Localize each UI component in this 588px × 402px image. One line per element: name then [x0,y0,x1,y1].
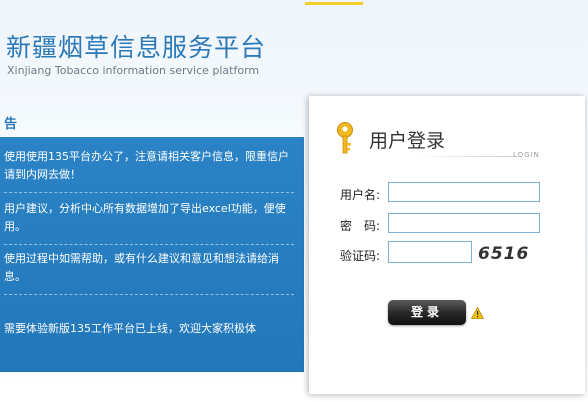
password-input[interactable] [388,213,540,233]
site-title: 新疆烟草信息服务平台 [6,33,267,62]
login-title-divider [413,156,513,157]
password-label: 密 码: [340,219,381,233]
site-subtitle: Xinjiang Tobacco information service pla… [7,64,260,77]
warning-icon [471,307,484,319]
notice-panel: 使用使用135平台办公了，注意请相关客户信息，限重信户请到内网去做！ 用户建议，… [0,137,304,372]
notice-item[interactable]: 使用使用135平台办公了，注意请相关客户信息，限重信户请到内网去做！ [4,148,294,193]
username-label: 用户名: [340,188,381,202]
login-subtitle: LOGIN [513,151,540,159]
notice-item[interactable]: 需要体验新版135工作平台已上线，欢迎大家积极体 [4,320,294,346]
key-icon [337,122,353,154]
login-title: 用户登录 [369,130,446,152]
top-accent-bar [305,2,363,5]
notice-item[interactable]: 使用过程中如需帮助，或有什么建议和意见和想法请给消息。 [4,250,294,295]
login-button[interactable]: 登录 [388,300,466,325]
captcha-label: 验证码: [340,249,381,263]
notice-item[interactable]: 用户建议，分析中心所有数据增加了导出excel功能，便使用。 [4,200,294,245]
login-panel: 用户登录 LOGIN 用户名: 密 码: 验证码: 6516 登录 [309,96,585,394]
username-input[interactable] [388,182,540,202]
notice-heading: 告 [4,117,18,132]
captcha-input[interactable] [388,241,472,263]
captcha-image[interactable]: 6516 [478,244,529,264]
